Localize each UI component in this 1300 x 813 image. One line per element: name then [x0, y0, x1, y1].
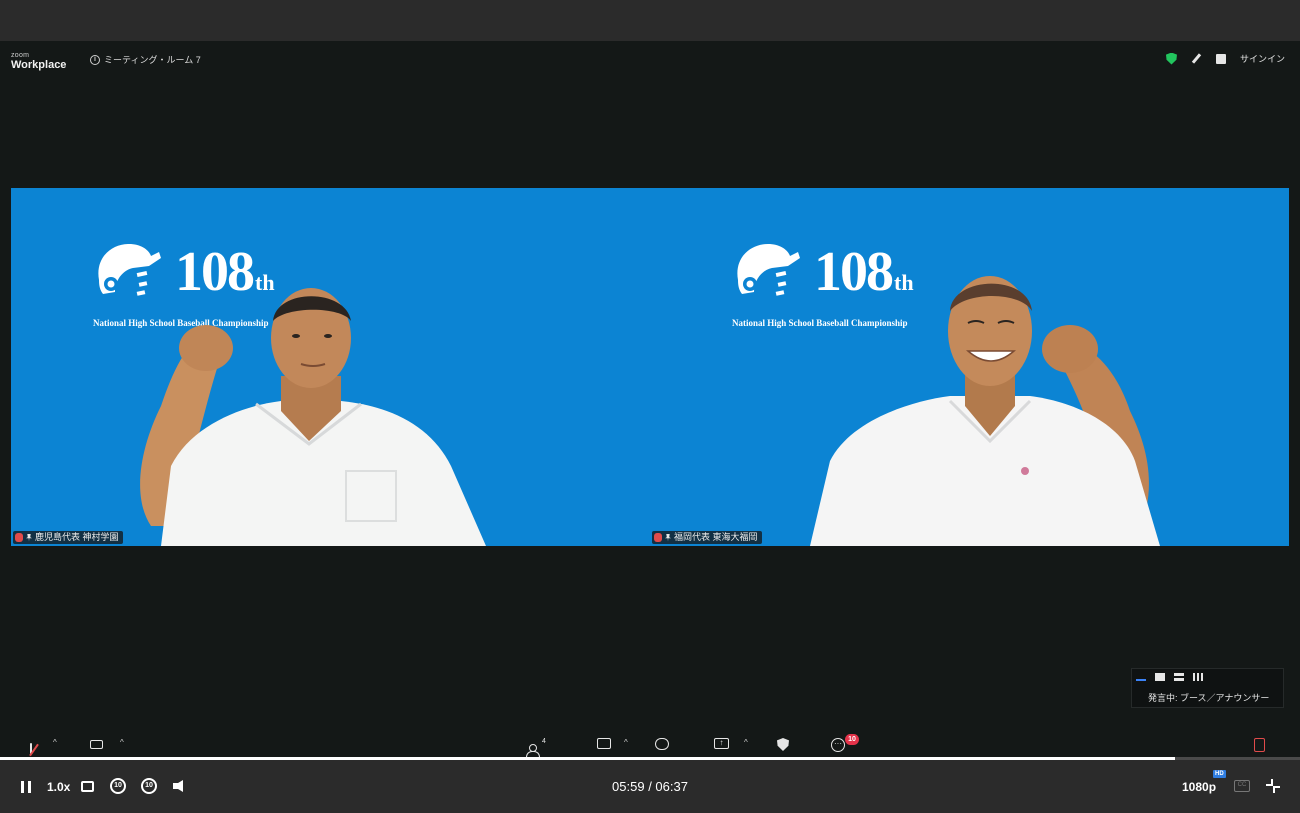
layout-icons [1136, 673, 1203, 681]
mic-options-caret-icon[interactable]: ^ [53, 738, 57, 747]
security-shield-icon[interactable] [1165, 52, 1177, 65]
participant-nametag-2: 福岡代表 東海大福岡 [652, 531, 762, 544]
leave-meeting-icon[interactable] [1254, 738, 1265, 752]
quality-button[interactable]: 1080p [1182, 780, 1216, 794]
video-gallery: 108th National High School Baseball Cham… [11, 188, 1289, 546]
more-options-icon[interactable]: ··· [831, 738, 845, 752]
zoom-logo: zoom Workplace [11, 52, 66, 71]
zoom-toolbar: ^ ^ 4 ^ ↑ ^ ··· 10 [0, 734, 1300, 757]
screen: zoom Workplace i ミーティング・ルーム 7 サインイン 108t… [0, 0, 1300, 813]
gallery-layout-icon[interactable] [1193, 673, 1203, 681]
closed-captions-icon[interactable]: CC [1234, 780, 1250, 792]
host-tools-shield-icon[interactable] [777, 738, 789, 751]
pin-icon [26, 533, 32, 542]
meeting-title: ミーティング・ルーム 7 [104, 55, 201, 65]
camera-icon[interactable] [90, 740, 103, 749]
video-player-controls: 1.0x 10 10 05:59 / 06:37 1080p HD CC [0, 760, 1300, 813]
pin-icon [665, 533, 671, 542]
hd-badge: HD [1213, 770, 1226, 778]
helmet-logo-icon [737, 244, 800, 296]
share-options-caret-icon[interactable]: ^ [744, 738, 748, 747]
playback-time: 05:59 / 06:37 [612, 779, 688, 794]
chat-options-caret-icon[interactable]: ^ [624, 738, 628, 747]
meeting-info[interactable]: i ミーティング・ルーム 7 [90, 53, 201, 66]
pencil-icon[interactable] [1191, 53, 1202, 64]
participant-video-2 [810, 276, 1160, 546]
info-icon[interactable]: i [90, 54, 100, 65]
active-speaker-label: 発言中: ブース／アナウンサー [1148, 693, 1270, 703]
mic-muted-icon [654, 533, 662, 542]
video-tile-1[interactable]: 108th National High School Baseball Cham… [11, 188, 650, 546]
zoom-brand: zoom [11, 52, 30, 59]
mute-mic-icon[interactable] [30, 743, 32, 754]
mic-muted-icon [15, 533, 23, 542]
reactions-icon[interactable] [655, 738, 669, 750]
video-tile-2[interactable]: 108th National High School Baseball Cham… [650, 188, 1289, 546]
participant-name-1: 鹿児島代表 神村学園 [35, 532, 119, 542]
participant-nametag-1: 鹿児島代表 神村学園 [13, 531, 123, 544]
signin-button[interactable]: サインイン [1240, 52, 1285, 65]
recording-icon[interactable] [1215, 53, 1226, 64]
zoom-header: zoom Workplace i ミーティング・ルーム 7 サインイン [0, 41, 1300, 77]
exit-fullscreen-icon[interactable] [1266, 779, 1280, 793]
participants-count: 4 [542, 738, 546, 745]
participant-video-1 [140, 288, 486, 546]
stacked-layout-icon[interactable] [1174, 673, 1184, 681]
single-layout-icon[interactable] [1155, 673, 1165, 681]
letterbox-top [0, 0, 1300, 41]
share-screen-icon[interactable]: ↑ [714, 738, 729, 749]
zoom-product: Workplace [11, 59, 67, 71]
chat-icon[interactable] [597, 738, 611, 749]
layout-switcher-panel: 発言中: ブース／アナウンサー [1131, 668, 1284, 708]
participant-name-2: 福岡代表 東海大福岡 [674, 532, 758, 542]
header-right: サインイン [1165, 52, 1285, 65]
speaker-layout-icon[interactable] [1136, 679, 1146, 681]
notification-badge: 10 [845, 734, 859, 745]
camera-options-caret-icon[interactable]: ^ [120, 738, 124, 747]
